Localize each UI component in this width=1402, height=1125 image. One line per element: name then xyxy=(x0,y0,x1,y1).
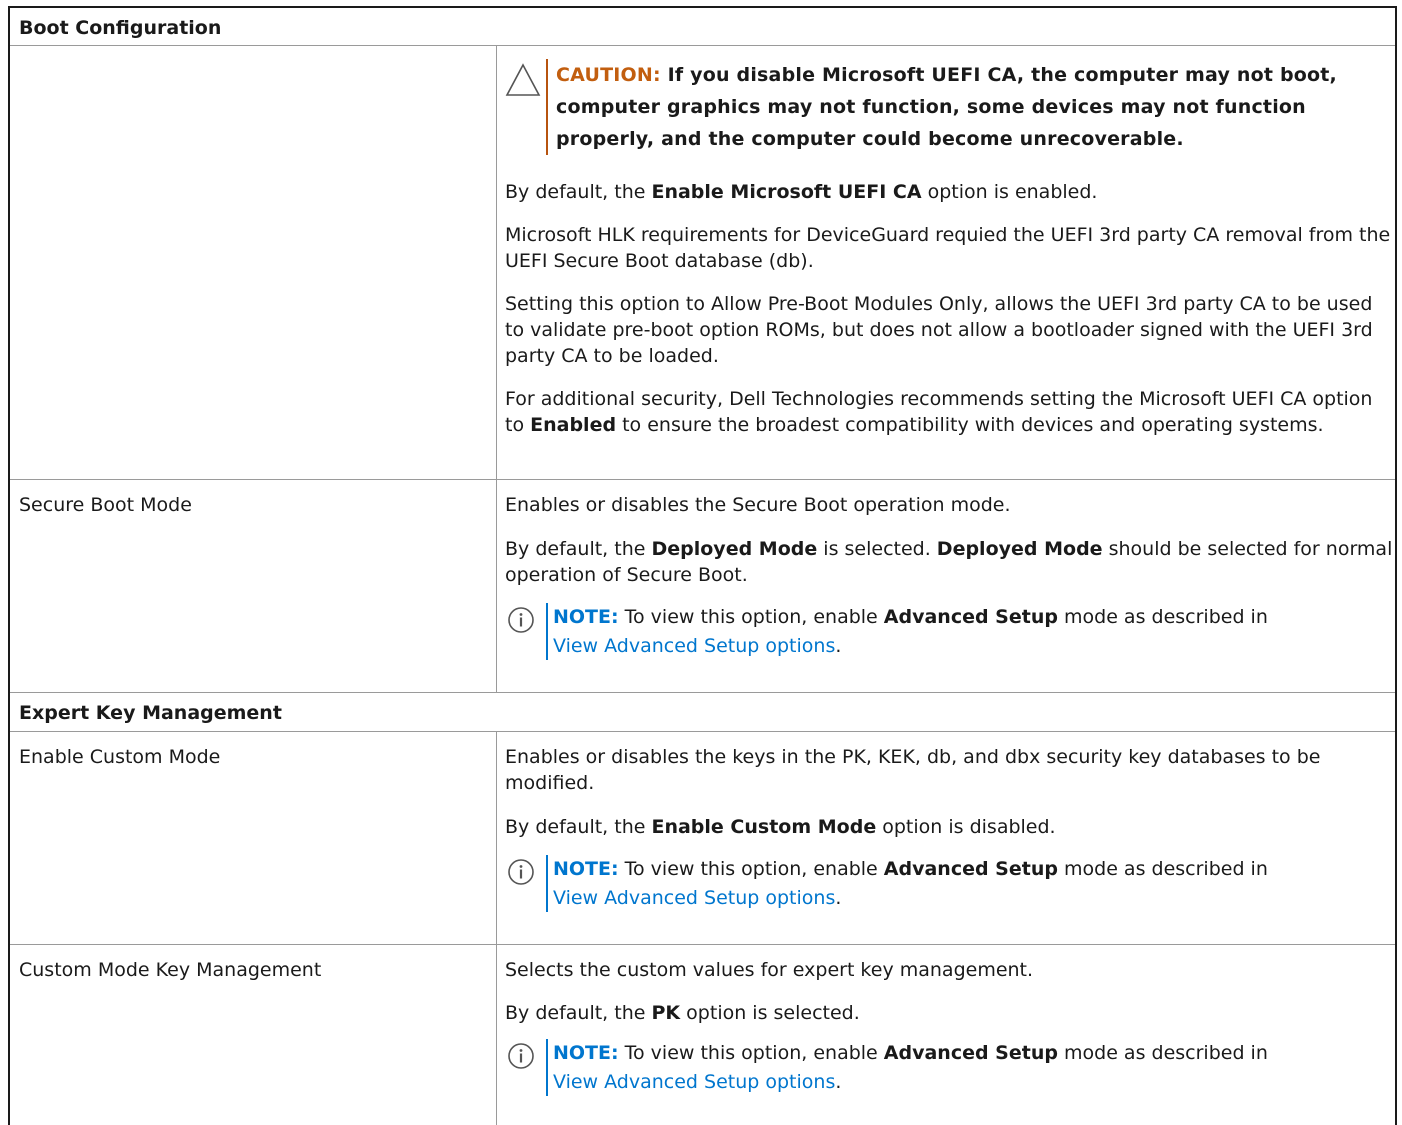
info-icon xyxy=(508,607,534,633)
setting-label: Custom Mode Key Management xyxy=(19,959,322,981)
text-segment: mode as described in xyxy=(1057,858,1268,880)
text-segment: to ensure the broadest compatibility wit… xyxy=(616,414,1324,436)
text-segment: . xyxy=(835,887,842,909)
text-segment: option is enabled. xyxy=(921,181,1098,203)
default-value-paragraph: By default, the Deployed Mode is selecte… xyxy=(505,536,1395,588)
column-divider xyxy=(496,732,497,944)
note-label: NOTE: xyxy=(553,1042,619,1064)
caution-body: If you disable Microsoft UEFI CA, the co… xyxy=(556,64,1337,150)
boot-config-table: Boot Configuration CAUTION: If you disab… xyxy=(8,6,1397,1125)
section-title: Boot Configuration xyxy=(19,17,222,39)
text-segment: option is selected. xyxy=(680,1002,860,1024)
row-custom-mode-key-management: Custom Mode Key Management Selects the c… xyxy=(10,945,1395,1125)
hlk-requirements-paragraph: Microsoft HLK requirements for DeviceGua… xyxy=(505,224,1391,272)
column-divider xyxy=(496,46,497,479)
text-segment: . xyxy=(835,1071,842,1093)
setting-description: Enables or disables the keys in the PK, … xyxy=(505,746,1321,794)
setting-description: Selects the custom values for expert key… xyxy=(505,959,1034,981)
setting-label: Enable Custom Mode xyxy=(19,746,221,768)
section-title: Expert Key Management xyxy=(19,702,282,724)
note-text: NOTE: To view this option, enable Advanc… xyxy=(553,1039,1383,1097)
info-icon xyxy=(508,1043,534,1069)
note-accent-bar xyxy=(546,603,548,660)
text-segment: To view this option, enable xyxy=(618,858,884,880)
caution-text: CAUTION: If you disable Microsoft UEFI C… xyxy=(556,59,1386,155)
note-label: NOTE: xyxy=(553,606,619,628)
setting-label: Secure Boot Mode xyxy=(19,494,192,516)
text-segment: mode as described in xyxy=(1057,1042,1268,1064)
option-name: Advanced Setup xyxy=(883,1042,1058,1064)
setting-description: Enables or disables the Secure Boot oper… xyxy=(505,494,1011,516)
note-accent-bar xyxy=(546,855,548,912)
text-segment: To view this option, enable xyxy=(618,606,884,628)
text-segment: To view this option, enable xyxy=(618,1042,884,1064)
row-secure-boot-mode: Secure Boot Mode Enables or disables the… xyxy=(10,480,1395,693)
option-name: Enable Custom Mode xyxy=(651,816,877,838)
text-segment: By default, the xyxy=(505,181,652,203)
section-header-boot-configuration: Boot Configuration xyxy=(10,8,1395,46)
note-accent-bar xyxy=(546,1039,548,1096)
option-value: Enabled xyxy=(530,414,617,436)
warning-triangle-icon xyxy=(505,63,541,96)
note-text: NOTE: To view this option, enable Advanc… xyxy=(553,603,1383,661)
uefi-ca-default-paragraph: By default, the Enable Microsoft UEFI CA… xyxy=(505,179,1395,205)
text-segment: By default, the xyxy=(505,538,652,560)
text-segment: option is disabled. xyxy=(876,816,1056,838)
note-text: NOTE: To view this option, enable Advanc… xyxy=(553,855,1383,913)
row-enable-custom-mode: Enable Custom Mode Enables or disables t… xyxy=(10,732,1395,945)
option-name: PK xyxy=(651,1002,681,1024)
additional-security-paragraph: For additional security, Dell Technologi… xyxy=(505,386,1395,438)
info-icon xyxy=(508,859,534,885)
view-advanced-setup-link[interactable]: View Advanced Setup options xyxy=(553,887,835,909)
text-segment: By default, the xyxy=(505,1002,652,1024)
default-value-paragraph: By default, the Enable Custom Mode optio… xyxy=(505,814,1395,840)
row-microsoft-uefi-ca: CAUTION: If you disable Microsoft UEFI C… xyxy=(10,46,1395,480)
section-header-expert-key-management: Expert Key Management xyxy=(10,693,1395,732)
caution-label: CAUTION: xyxy=(556,64,661,86)
column-divider xyxy=(496,945,497,1125)
note-label: NOTE: xyxy=(553,858,619,880)
text-segment: By default, the xyxy=(505,816,652,838)
view-advanced-setup-link[interactable]: View Advanced Setup options xyxy=(553,1071,835,1093)
pre-boot-modules-paragraph: Setting this option to Allow Pre-Boot Mo… xyxy=(505,293,1373,367)
option-name: Advanced Setup xyxy=(883,858,1058,880)
caution-accent-bar xyxy=(546,59,548,155)
text-segment: is selected. xyxy=(817,538,937,560)
column-divider xyxy=(496,480,497,692)
default-value-paragraph: By default, the PK option is selected. xyxy=(505,1000,1395,1026)
option-name: Deployed Mode xyxy=(936,538,1103,560)
text-segment: mode as described in xyxy=(1057,606,1268,628)
option-name: Advanced Setup xyxy=(883,606,1058,628)
text-segment: . xyxy=(835,635,842,657)
option-name: Deployed Mode xyxy=(651,538,818,560)
view-advanced-setup-link[interactable]: View Advanced Setup options xyxy=(553,635,835,657)
option-name: Enable Microsoft UEFI CA xyxy=(651,181,922,203)
